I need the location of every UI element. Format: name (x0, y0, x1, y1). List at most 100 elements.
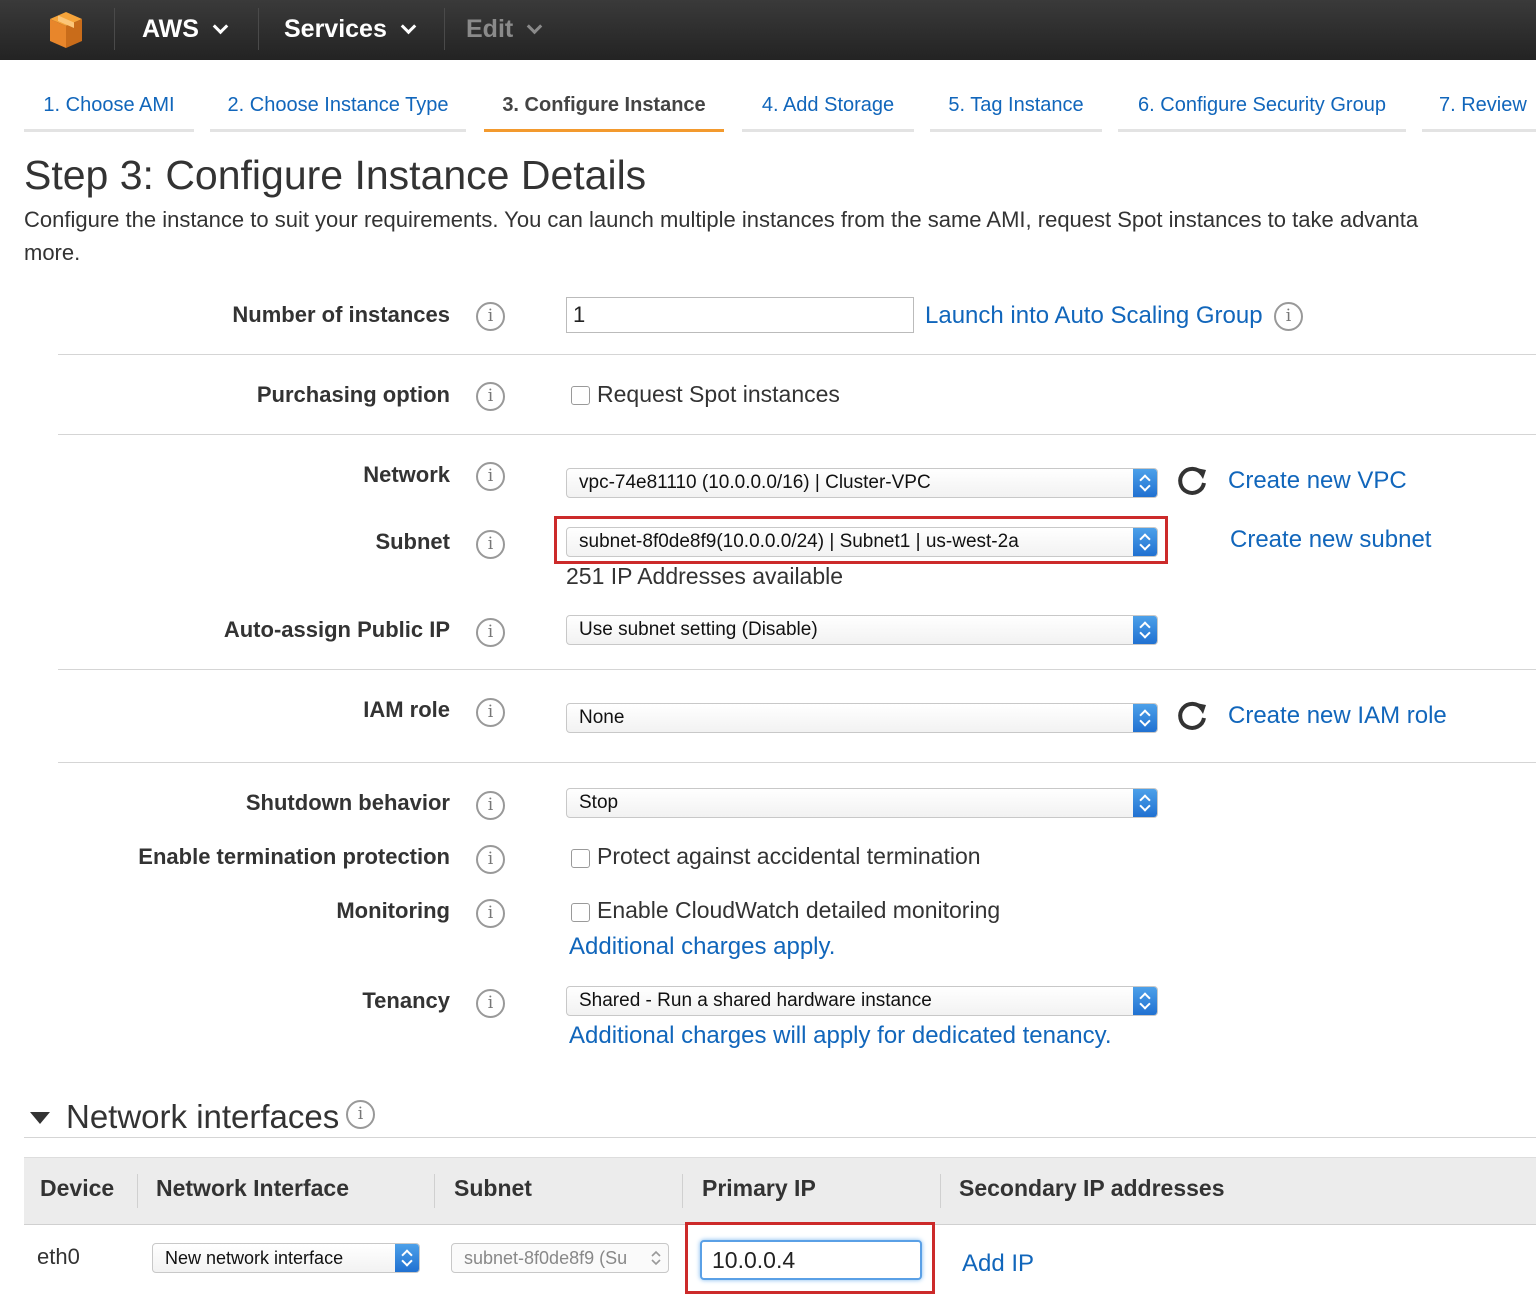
create-vpc-link[interactable]: Create new VPC (1228, 467, 1407, 495)
info-icon[interactable]: i (476, 791, 505, 820)
spot-instances-checkbox[interactable] (571, 386, 590, 405)
select-spinner-icon (1133, 528, 1157, 556)
edit-menu[interactable]: Edit (466, 12, 543, 46)
nav-divider (444, 8, 445, 50)
select-spinner-icon (1133, 469, 1157, 497)
info-icon[interactable]: i (476, 530, 505, 559)
iam-role-select[interactable]: None (566, 703, 1158, 733)
page-title: Step 3: Configure Instance Details (24, 152, 647, 198)
divider (24, 1137, 1536, 1138)
tab-configure-instance[interactable]: 3. Configure Instance (484, 78, 724, 132)
public-ip-label: Auto-assign Public IP (223, 617, 450, 642)
divider (58, 434, 1536, 435)
tab-add-storage[interactable]: 4. Add Storage (742, 78, 914, 132)
column-header-subnet: Subnet (454, 1175, 532, 1201)
network-interfaces-title: Network interfaces (66, 1098, 340, 1135)
network-select-value: vpc-74e81110 (10.0.0.0/16) | Cluster-VPC (579, 472, 931, 493)
shutdown-select[interactable]: Stop (566, 788, 1158, 818)
public-ip-select-value: Use subnet setting (Disable) (579, 619, 818, 640)
info-icon[interactable]: i (476, 698, 505, 727)
termination-label: Enable termination protection (138, 844, 450, 869)
subnet-select[interactable]: subnet-8f0de8f9(10.0.0.0/24) | Subnet1 |… (566, 527, 1158, 557)
chevron-down-icon (212, 18, 229, 34)
aws-menu-label: AWS (142, 14, 199, 43)
instances-count-input[interactable]: 1 (566, 297, 914, 333)
info-icon[interactable]: i (476, 462, 505, 491)
tenancy-select[interactable]: Shared - Run a shared hardware instance (566, 986, 1158, 1016)
purchasing-label: Purchasing option (256, 382, 450, 407)
additional-charges-link[interactable]: Additional charges apply. (569, 933, 835, 961)
column-header-device: Device (40, 1175, 115, 1201)
info-icon[interactable]: i (476, 899, 505, 928)
select-spinner-icon (1133, 789, 1157, 817)
create-iam-role-link[interactable]: Create new IAM role (1228, 702, 1447, 730)
tab-choose-instance-type[interactable]: 2. Choose Instance Type (210, 78, 466, 132)
column-divider (682, 1174, 683, 1208)
select-spinner-icon (651, 1250, 661, 1266)
network-select[interactable]: vpc-74e81110 (10.0.0.0/16) | Cluster-VPC (566, 468, 1158, 498)
launch-asg-link[interactable]: Launch into Auto Scaling Group (925, 302, 1263, 330)
cloudwatch-monitoring-checkbox[interactable] (571, 903, 590, 922)
select-spinner-icon (1133, 616, 1157, 644)
column-divider (434, 1174, 435, 1208)
column-divider (940, 1174, 941, 1208)
spot-instances-label: Request Spot instances (597, 381, 840, 407)
info-icon[interactable]: i (346, 1100, 375, 1129)
subnet-label: Subnet (375, 529, 450, 554)
info-icon[interactable]: i (1274, 302, 1303, 331)
iam-role-select-value: None (579, 707, 625, 728)
column-header-secondary-ip: Secondary IP addresses (959, 1175, 1225, 1201)
network-interface-select-value: New network interface (165, 1248, 344, 1268)
column-header-network-interface: Network Interface (156, 1175, 350, 1201)
wizard-steps: 1. Choose AMI 2. Choose Instance Type 3.… (0, 78, 1536, 132)
cloudwatch-monitoring-label: Enable CloudWatch detailed monitoring (597, 897, 1001, 923)
public-ip-select[interactable]: Use subnet setting (Disable) (566, 615, 1158, 645)
info-icon[interactable]: i (476, 382, 505, 411)
info-icon[interactable]: i (476, 302, 505, 331)
column-divider (137, 1174, 138, 1208)
iam-role-label: IAM role (363, 697, 450, 722)
info-icon[interactable]: i (476, 618, 505, 647)
shutdown-label: Shutdown behavior (245, 790, 450, 815)
tab-choose-ami[interactable]: 1. Choose AMI (24, 78, 194, 132)
chevron-down-icon (400, 18, 417, 34)
create-subnet-link[interactable]: Create new subnet (1230, 526, 1431, 554)
device-cell: eth0 (37, 1244, 80, 1269)
info-icon[interactable]: i (476, 845, 505, 874)
nav-divider (258, 8, 259, 50)
services-menu[interactable]: Services (284, 12, 417, 46)
column-header-primary-ip: Primary IP (702, 1175, 816, 1201)
network-label: Network (363, 462, 450, 487)
dedicated-tenancy-charges-link[interactable]: Additional charges will apply for dedica… (569, 1022, 1112, 1050)
services-menu-label: Services (284, 14, 387, 43)
edit-menu-label: Edit (466, 14, 514, 43)
collapse-triangle-icon[interactable] (30, 1112, 50, 1124)
refresh-icon[interactable] (1175, 699, 1209, 733)
select-spinner-icon (395, 1244, 419, 1272)
divider (58, 354, 1536, 355)
aws-menu[interactable]: AWS (142, 12, 229, 46)
primary-ip-input[interactable]: 10.0.0.4 (700, 1240, 922, 1280)
refresh-icon[interactable] (1175, 464, 1209, 498)
termination-protection-checkbox[interactable] (571, 849, 590, 868)
divider (58, 669, 1536, 670)
tenancy-select-value: Shared - Run a shared hardware instance (579, 990, 932, 1011)
subnet-ip-available: 251 IP Addresses available (566, 563, 844, 589)
aws-cube-icon[interactable] (44, 8, 88, 52)
subnet-select-value: subnet-8f0de8f9(10.0.0.0/24) | Subnet1 |… (579, 531, 1019, 552)
chevron-down-icon (526, 18, 543, 34)
tab-tag-instance[interactable]: 5. Tag Instance (930, 78, 1102, 132)
info-icon[interactable]: i (476, 989, 505, 1018)
instances-label: Number of instances (232, 302, 450, 327)
monitoring-label: Monitoring (336, 898, 450, 923)
divider (58, 762, 1536, 763)
top-navigation-bar: AWS Services Edit (0, 0, 1536, 60)
add-ip-link[interactable]: Add IP (962, 1250, 1034, 1278)
tab-configure-security-group[interactable]: 6. Configure Security Group (1118, 78, 1406, 132)
network-interface-select[interactable]: New network interface (152, 1243, 420, 1273)
page-description: Configure the instance to suit your requ… (24, 207, 1419, 232)
row-subnet-select[interactable]: subnet-8f0de8f9 (Su (451, 1243, 669, 1273)
tab-review[interactable]: 7. Review (1422, 78, 1536, 132)
select-spinner-icon (1133, 704, 1157, 732)
row-subnet-select-value: subnet-8f0de8f9 (Su (464, 1248, 628, 1268)
